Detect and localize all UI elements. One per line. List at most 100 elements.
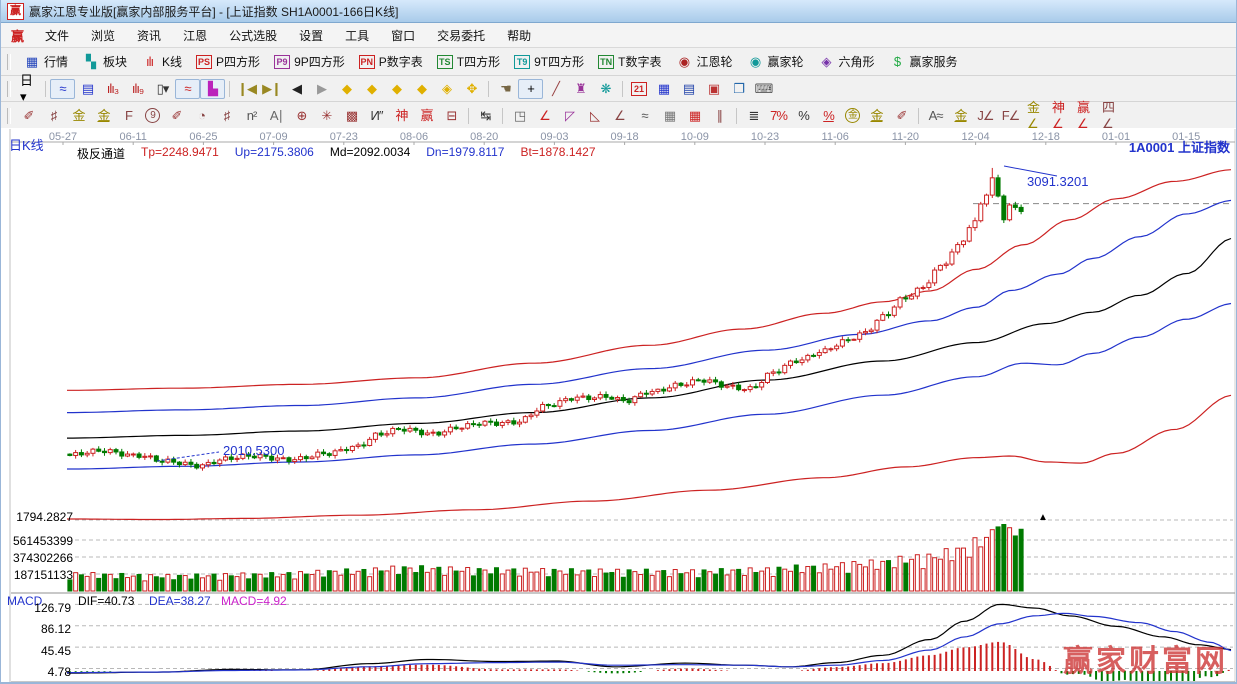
toolbar-button[interactable]: ≈ xyxy=(175,79,200,99)
toolbar-button[interactable]: ≈ xyxy=(50,79,75,99)
toolbar-button[interactable]: 日▾ xyxy=(16,79,41,99)
toolbar-button[interactable]: ◉ 江恩轮 xyxy=(668,50,739,73)
toolbar-grip[interactable] xyxy=(7,108,11,124)
toolbar-button[interactable]: ◆ xyxy=(359,79,384,99)
toolbar-button[interactable]: ◈ 六角形 xyxy=(811,50,882,73)
toolbar-button[interactable]: ✐ xyxy=(16,106,41,126)
toolbar-grip[interactable] xyxy=(7,54,11,70)
toolbar-button[interactable]: ◸ xyxy=(557,106,582,126)
toolbar-button[interactable]: ⊟ xyxy=(439,106,464,126)
toolbar-button[interactable]: ▦ 行情 xyxy=(16,50,75,73)
toolbar-button[interactable]: 金∠ xyxy=(1023,106,1048,126)
toolbar-button[interactable]: T9 9T四方形 xyxy=(507,50,591,73)
toolbar-button[interactable]: ◳ xyxy=(507,106,532,126)
menu-item[interactable]: 设置 xyxy=(288,23,334,47)
menu-item[interactable]: 江恩 xyxy=(172,23,218,47)
toolbar-button[interactable]: A≈ xyxy=(923,106,948,126)
toolbar-button[interactable]: ❙◀ xyxy=(234,79,259,99)
toolbar-button[interactable]: ∥ xyxy=(707,106,732,126)
toolbar-button[interactable]: + xyxy=(518,79,543,99)
toolbar-button[interactable]: ∠ xyxy=(532,106,557,126)
toolbar-button[interactable]: ♯ xyxy=(214,106,239,126)
menu-item[interactable]: 帮助 xyxy=(496,23,542,47)
toolbar-button[interactable]: J∠ xyxy=(973,106,998,126)
toolbar-button[interactable]: 赢∠ xyxy=(1073,106,1098,126)
toolbar-button[interactable]: 神∠ xyxy=(1048,106,1073,126)
menu-item[interactable]: 资讯 xyxy=(126,23,172,47)
toolbar-button[interactable]: PN P数字表 xyxy=(352,50,430,73)
menu-item[interactable]: 工具 xyxy=(334,23,380,47)
toolbar-button[interactable]: % xyxy=(816,106,841,126)
toolbar-button[interactable]: ∠ xyxy=(607,106,632,126)
toolbar-button[interactable]: ılı K线 xyxy=(134,50,189,73)
toolbar-button[interactable]: 21 xyxy=(627,80,651,98)
toolbar-button[interactable]: ◉ 赢家轮 xyxy=(739,50,810,73)
toolbar-button[interactable]: ◆ xyxy=(409,79,434,99)
toolbar-button[interactable]: 神 xyxy=(389,106,414,126)
toolbar-button[interactable]: n² xyxy=(239,106,264,126)
toolbar-button[interactable]: ▯▾ xyxy=(150,79,175,99)
toolbar-button[interactable]: ▣ xyxy=(701,79,726,99)
toolbar-button[interactable]: F∠ xyxy=(998,106,1023,126)
menu-item[interactable]: 公式选股 xyxy=(218,23,288,47)
toolbar-grip[interactable] xyxy=(7,81,11,97)
toolbar-button-icon: ◉ xyxy=(675,54,692,70)
toolbar-button[interactable]: ▤ xyxy=(676,79,701,99)
toolbar-button[interactable]: И″ xyxy=(364,106,389,126)
toolbar-button[interactable]: ◈ xyxy=(434,79,459,99)
toolbar-button[interactable]: ▶❙ xyxy=(259,79,284,99)
toolbar-button[interactable]: TS T四方形 xyxy=(430,50,507,73)
menu-item[interactable]: 浏览 xyxy=(80,23,126,47)
toolbar-button[interactable]: % xyxy=(791,106,816,126)
toolbar-button[interactable]: ◺ xyxy=(582,106,607,126)
toolbar-button[interactable]: 金 xyxy=(864,106,889,126)
menu-item[interactable]: 窗口 xyxy=(380,23,426,47)
toolbar-button[interactable]: 金 xyxy=(66,106,91,126)
toolbar-button[interactable]: ✐ xyxy=(164,106,189,126)
toolbar-button[interactable]: ╱ xyxy=(543,79,568,99)
toolbar-button[interactable]: ⊕ xyxy=(289,106,314,126)
menu-item[interactable]: 交易委托 xyxy=(426,23,496,47)
toolbar-button[interactable]: ✳ xyxy=(314,106,339,126)
toolbar-button[interactable]: ılı₉ xyxy=(125,79,150,99)
toolbar-button[interactable]: ✐ xyxy=(889,106,914,126)
toolbar-button[interactable]: TN T数字表 xyxy=(591,50,668,73)
indicator-value: Md=2092.0034 xyxy=(330,145,410,162)
toolbar-button[interactable]: ❋ xyxy=(593,79,618,99)
menu-item[interactable]: 文件 xyxy=(34,23,80,47)
toolbar-button[interactable]: ▤ xyxy=(75,79,100,99)
toolbar-button[interactable]: 金 xyxy=(948,106,973,126)
toolbar-button[interactable]: ♯ xyxy=(41,106,66,126)
toolbar-button[interactable]: F xyxy=(116,106,141,126)
toolbar-button[interactable]: ◔ xyxy=(189,106,214,126)
toolbar-button[interactable]: ▦ xyxy=(651,79,676,99)
toolbar-button[interactable]: ↹ xyxy=(473,106,498,126)
toolbar-button[interactable]: ▙ xyxy=(200,79,225,99)
toolbar-button[interactable]: ✥ xyxy=(459,79,484,99)
toolbar-button[interactable]: ◆ xyxy=(334,79,359,99)
toolbar-button[interactable]: 赢 xyxy=(414,106,439,126)
toolbar-button[interactable]: ◆ xyxy=(384,79,409,99)
toolbar-button[interactable]: 金 xyxy=(841,106,864,125)
toolbar-button[interactable]: ♜ xyxy=(568,79,593,99)
toolbar-button[interactable]: ılı₃ xyxy=(100,79,125,99)
toolbar-button[interactable]: ❐ xyxy=(726,79,751,99)
toolbar-button[interactable]: ≣ xyxy=(741,106,766,126)
toolbar-button[interactable]: ▦ xyxy=(682,106,707,126)
toolbar-button[interactable]: $ 赢家服务 xyxy=(882,50,965,73)
toolbar-button[interactable]: P9 9P四方形 xyxy=(267,50,352,73)
toolbar-button[interactable]: ▶ xyxy=(309,79,334,99)
toolbar-button[interactable]: ⌨ xyxy=(751,79,776,99)
toolbar-button[interactable]: A∣ xyxy=(264,106,289,126)
toolbar-button[interactable]: ◀ xyxy=(284,79,309,99)
toolbar-button[interactable]: 四∠ xyxy=(1098,106,1123,126)
toolbar-button[interactable]: ▩ xyxy=(339,106,364,126)
toolbar-button[interactable]: 7% xyxy=(766,106,791,126)
toolbar-button[interactable]: PS P四方形 xyxy=(189,50,267,73)
toolbar-button[interactable]: 金 xyxy=(91,106,116,126)
toolbar-button[interactable]: ▦ xyxy=(657,106,682,126)
toolbar-button[interactable]: ▚ 板块 xyxy=(75,50,134,73)
toolbar-button[interactable]: ☚ xyxy=(493,79,518,99)
toolbar-button[interactable]: 9 xyxy=(141,106,164,125)
toolbar-button[interactable]: ≈ xyxy=(632,106,657,126)
